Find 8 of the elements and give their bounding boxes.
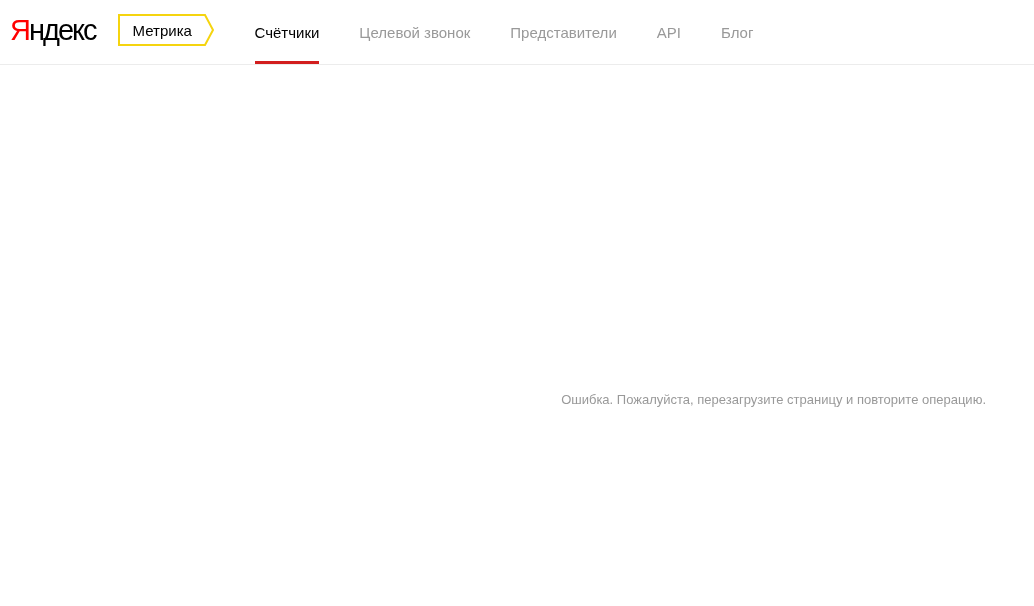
- service-tag[interactable]: Метрика: [117, 14, 214, 46]
- nav-tab[interactable]: Представители: [510, 0, 617, 64]
- logo: Яндекс: [10, 13, 98, 47]
- nav-tab[interactable]: Счётчики: [254, 0, 320, 64]
- error-message: Ошибка. Пожалуйста, перезагрузите страницу и повторите операцию.: [561, 392, 986, 407]
- nav-tab[interactable]: Целевой звонок: [359, 0, 471, 64]
- nav-tab[interactable]: Блог: [720, 0, 754, 64]
- nav-tab[interactable]: API: [656, 0, 681, 64]
